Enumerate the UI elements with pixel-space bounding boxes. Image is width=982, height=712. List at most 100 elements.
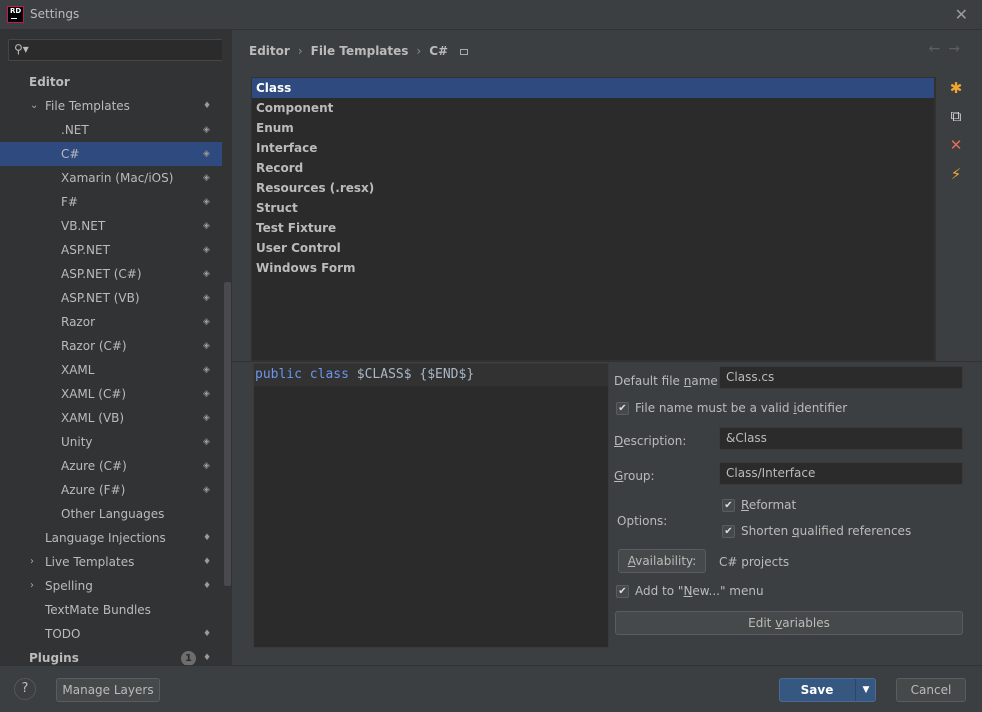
sidebar-item[interactable]: Language Injections ♦ bbox=[0, 526, 222, 550]
valid-identifier-checkbox[interactable]: ✔ bbox=[616, 402, 629, 415]
sidebar-item-label: Other Languages bbox=[61, 507, 165, 521]
sidebar-item[interactable]: VB.NET ◈ bbox=[0, 214, 222, 238]
layers-icon: ◈ bbox=[203, 341, 210, 351]
template-code-editor[interactable]: public class $CLASS$ {$END$} bbox=[253, 363, 609, 648]
sidebar-item[interactable]: › Live Templates ♦ bbox=[0, 550, 222, 574]
sidebar-item[interactable]: Plugins 1 ♦ bbox=[0, 646, 222, 665]
add-template-icon[interactable]: ✱ bbox=[946, 78, 966, 98]
layers-icon: ◈ bbox=[203, 485, 210, 495]
breadcrumb-csharp: C# bbox=[429, 44, 449, 58]
sidebar-item[interactable]: .NET ◈ bbox=[0, 118, 222, 142]
sidebar-item-label: Azure (F#) bbox=[61, 483, 126, 497]
sidebar-item[interactable]: XAML (VB) ◈ bbox=[0, 406, 222, 430]
template-list-item[interactable]: Enum bbox=[252, 118, 934, 138]
save-button[interactable]: Save ▼ bbox=[779, 678, 876, 702]
layers-icon: ◈ bbox=[203, 437, 210, 447]
cancel-button[interactable]: Cancel bbox=[896, 678, 966, 702]
sidebar-scrollbar[interactable] bbox=[222, 30, 232, 665]
forward-arrow-icon[interactable]: → bbox=[948, 41, 968, 57]
sidebar-item[interactable]: Xamarin (Mac/iOS) ◈ bbox=[0, 166, 222, 190]
sidebar-item[interactable]: Razor ◈ bbox=[0, 310, 222, 334]
count-badge: 1 bbox=[181, 651, 196, 665]
back-arrow-icon[interactable]: ← bbox=[929, 41, 949, 57]
breadcrumb-editor[interactable]: Editor bbox=[249, 44, 290, 58]
reformat-checkbox[interactable]: ✔ bbox=[722, 499, 735, 512]
help-button[interactable]: ? bbox=[14, 678, 36, 700]
template-list-item[interactable]: User Control bbox=[252, 238, 934, 258]
divider bbox=[232, 361, 982, 362]
template-list-item[interactable]: Class bbox=[252, 78, 934, 98]
default-file-name-label: Default file name: bbox=[614, 374, 722, 388]
code-line[interactable]: public class $CLASS$ {$END$} bbox=[254, 364, 608, 386]
sidebar-item-label: ASP.NET (VB) bbox=[61, 291, 140, 305]
sidebar-item-label: ASP.NET (C#) bbox=[61, 267, 142, 281]
description-field[interactable]: &Class bbox=[719, 427, 963, 450]
sidebar-item-label: Plugins bbox=[29, 651, 79, 665]
sidebar-item[interactable]: Editor bbox=[0, 70, 222, 94]
sidebar-item[interactable]: Unity ◈ bbox=[0, 430, 222, 454]
sidebar-item[interactable]: Azure (C#) ◈ bbox=[0, 454, 222, 478]
availability-button[interactable]: Availability: bbox=[618, 549, 706, 573]
breadcrumb-file-templates[interactable]: File Templates bbox=[311, 44, 409, 58]
template-list-item[interactable]: Resources (.resx) bbox=[252, 178, 934, 198]
sidebar-item[interactable]: Azure (F#) ◈ bbox=[0, 478, 222, 502]
add-to-new-menu-label[interactable]: Add to "New..." menu bbox=[635, 584, 764, 598]
sidebar-item[interactable]: ASP.NET (C#) ◈ bbox=[0, 262, 222, 286]
template-list-item[interactable]: Record bbox=[252, 158, 934, 178]
scope-drop-icon: ♦ bbox=[203, 653, 212, 663]
sidebar-item-label: Unity bbox=[61, 435, 93, 449]
main-panel: Editor › File Templates › C# ←→ Class Compone… bbox=[232, 30, 982, 665]
sidebar-item-label: Spelling bbox=[45, 579, 93, 593]
sidebar-item[interactable]: ASP.NET (VB) ◈ bbox=[0, 286, 222, 310]
reformat-label[interactable]: Reformat bbox=[741, 498, 796, 512]
sidebar-item[interactable]: › Spelling ♦ bbox=[0, 574, 222, 598]
layers-icon: ◈ bbox=[203, 245, 210, 255]
code-text: $CLASS$ {$END$} bbox=[348, 367, 475, 382]
manage-layers-button[interactable]: Manage Layers bbox=[56, 678, 160, 702]
layers-icon: ◈ bbox=[203, 269, 210, 279]
chevron-right-icon[interactable]: › bbox=[30, 574, 34, 598]
group-field[interactable]: Class/Interface bbox=[719, 462, 963, 485]
chevron-right-icon[interactable]: › bbox=[30, 550, 34, 574]
chevron-down-icon[interactable]: ▼ bbox=[855, 679, 876, 701]
close-icon[interactable]: ✕ bbox=[955, 5, 968, 24]
sidebar-item[interactable]: XAML ◈ bbox=[0, 358, 222, 382]
sidebar-item[interactable]: C# ◈ bbox=[0, 142, 222, 166]
save-label[interactable]: Save bbox=[780, 679, 854, 701]
scope-drop-icon: ♦ bbox=[203, 101, 212, 111]
delete-template-icon[interactable]: ✕ bbox=[946, 135, 966, 155]
edit-variables-button[interactable]: Edit variables bbox=[615, 611, 963, 635]
template-list-item[interactable]: Struct bbox=[252, 198, 934, 218]
chevron-down-icon[interactable]: ⌄ bbox=[30, 94, 38, 118]
layer-scope-icon[interactable] bbox=[460, 48, 469, 55]
copy-template-icon[interactable]: ⧉ bbox=[946, 106, 966, 126]
search-input[interactable]: ⚲▾ bbox=[8, 39, 224, 61]
layers-icon: ◈ bbox=[203, 125, 210, 135]
sidebar-item-label: Razor bbox=[61, 315, 96, 329]
template-list-item[interactable]: Interface bbox=[252, 138, 934, 158]
template-list: Class Component Enum Interface Record Resourc… bbox=[251, 77, 935, 361]
sidebar-item[interactable]: ⌄ File Templates ♦ bbox=[0, 94, 222, 118]
sidebar-item[interactable]: Razor (C#) ◈ bbox=[0, 334, 222, 358]
layers-icon: ◈ bbox=[203, 197, 210, 207]
template-list-item[interactable]: Windows Form bbox=[252, 258, 934, 278]
lightning-icon[interactable]: ⚡ bbox=[946, 164, 966, 184]
template-list-item[interactable]: Component bbox=[252, 98, 934, 118]
default-file-name-field[interactable]: Class.cs bbox=[719, 366, 963, 389]
shorten-references-checkbox[interactable]: ✔ bbox=[722, 525, 735, 538]
shorten-references-label[interactable]: Shorten qualified references bbox=[741, 524, 911, 538]
settings-sidebar: ⚲▾ Editor ⌄ File Templates ♦ .NET ◈ C# ◈ Xamarin… bbox=[0, 30, 232, 665]
sidebar-item[interactable]: XAML (C#) ◈ bbox=[0, 382, 222, 406]
valid-identifier-label[interactable]: File name must be a valid identifier bbox=[635, 401, 847, 415]
layers-icon: ◈ bbox=[203, 293, 210, 303]
template-list-item[interactable]: Test Fixture bbox=[252, 218, 934, 238]
scrollbar-thumb[interactable] bbox=[224, 282, 231, 586]
sidebar-item[interactable]: TODO ♦ bbox=[0, 622, 222, 646]
sidebar-item[interactable]: ASP.NET ◈ bbox=[0, 238, 222, 262]
add-to-new-menu-checkbox[interactable]: ✔ bbox=[616, 585, 629, 598]
sidebar-item[interactable]: TextMate Bundles bbox=[0, 598, 222, 622]
breadcrumb-separator: › bbox=[416, 44, 422, 58]
sidebar-item-label: TextMate Bundles bbox=[45, 603, 151, 617]
sidebar-item[interactable]: F# ◈ bbox=[0, 190, 222, 214]
sidebar-item[interactable]: Other Languages bbox=[0, 502, 222, 526]
